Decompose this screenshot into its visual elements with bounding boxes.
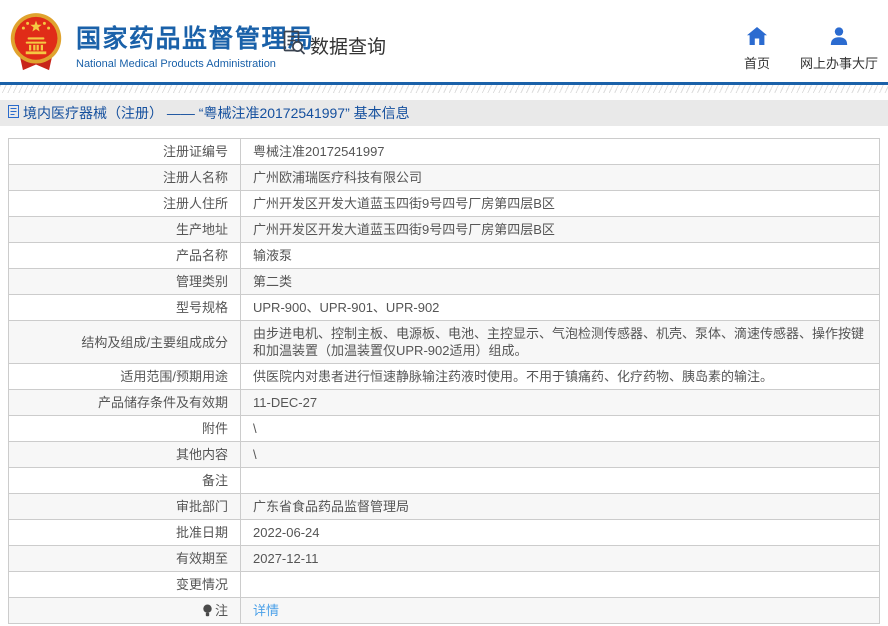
table-row: 产品储存条件及有效期11-DEC-27 bbox=[9, 390, 880, 416]
table-row: 批准日期2022-06-24 bbox=[9, 520, 880, 546]
site-subtitle: National Medical Products Administration bbox=[76, 58, 315, 70]
document-icon bbox=[8, 105, 19, 121]
row-label: 注册证编号 bbox=[9, 139, 241, 165]
row-value: 2022-06-24 bbox=[241, 520, 880, 546]
table-row: 结构及组成/主要组成成分由步进电机、控制主板、电源板、电池、主控显示、气泡检测传… bbox=[9, 321, 880, 364]
row-label: 有效期至 bbox=[9, 546, 241, 572]
header: 国家药品监督管理局 National Medical Products Admi… bbox=[0, 0, 888, 85]
row-value: 广东省食品药品监督管理局 bbox=[241, 494, 880, 520]
table-row: 有效期至2027-12-11 bbox=[9, 546, 880, 572]
row-label: 备注 bbox=[9, 468, 241, 494]
row-label: 注册人住所 bbox=[9, 191, 241, 217]
row-label: 管理类别 bbox=[9, 269, 241, 295]
hatch-divider bbox=[0, 85, 888, 93]
info-table: 注册证编号粤械注准20172541997注册人名称广州欧浦瑞医疗科技有限公司注册… bbox=[8, 138, 880, 624]
national-emblem-icon bbox=[8, 12, 64, 74]
breadcrumb: 境内医疗器械（注册） —— “粤械注准20172541997” 基本信息 bbox=[0, 100, 888, 126]
row-value: 11-DEC-27 bbox=[241, 390, 880, 416]
person-icon bbox=[829, 27, 849, 48]
table-row: 产品名称输液泵 bbox=[9, 243, 880, 269]
row-label: 适用范围/预期用途 bbox=[9, 364, 241, 390]
row-value: 输液泵 bbox=[241, 243, 880, 269]
row-value: 第二类 bbox=[241, 269, 880, 295]
row-value: 由步进电机、控制主板、电源板、电池、主控显示、气泡检测传感器、机壳、泵体、滴速传… bbox=[241, 321, 880, 364]
table-row: 审批部门广东省食品药品监督管理局 bbox=[9, 494, 880, 520]
table-row: 备注 bbox=[9, 468, 880, 494]
row-value: \ bbox=[241, 442, 880, 468]
row-value: 广州欧浦瑞医疗科技有限公司 bbox=[241, 165, 880, 191]
row-value: 粤械注准20172541997 bbox=[241, 139, 880, 165]
row-value bbox=[241, 468, 880, 494]
breadcrumb-text: 境内医疗器械（注册） —— “粤械注准20172541997” 基本信息 bbox=[23, 103, 410, 123]
table-row: 管理类别第二类 bbox=[9, 269, 880, 295]
data-query-icon bbox=[281, 29, 307, 62]
table-row: 注册人名称广州欧浦瑞医疗科技有限公司 bbox=[9, 165, 880, 191]
row-label: 型号规格 bbox=[9, 295, 241, 321]
table-row: 生产地址广州开发区开发大道蓝玉四街9号四号厂房第四层B区 bbox=[9, 217, 880, 243]
row-value: \ bbox=[241, 416, 880, 442]
nav-service-hall-label: 网上办事大厅 bbox=[800, 53, 878, 72]
detail-link[interactable]: 详情 bbox=[253, 603, 279, 618]
home-icon bbox=[747, 27, 767, 48]
row-label: 其他内容 bbox=[9, 442, 241, 468]
table-row: 注详情 bbox=[9, 598, 880, 624]
table-row: 变更情况 bbox=[9, 572, 880, 598]
row-label: 生产地址 bbox=[9, 217, 241, 243]
row-label: 结构及组成/主要组成成分 bbox=[9, 321, 241, 364]
row-value: 供医院内对患者进行恒速静脉输注药液时使用。不用于镇痛药、化疗药物、胰岛素的输注。 bbox=[241, 364, 880, 390]
row-label: 注 bbox=[9, 598, 241, 624]
row-value bbox=[241, 572, 880, 598]
site-title: 国家药品监督管理局 bbox=[76, 19, 315, 55]
site-title-block: 国家药品监督管理局 National Medical Products Admi… bbox=[76, 19, 315, 70]
nav-service-hall[interactable]: 网上办事大厅 bbox=[800, 27, 878, 72]
table-row: 注册证编号粤械注准20172541997 bbox=[9, 139, 880, 165]
row-value: 广州开发区开发大道蓝玉四街9号四号厂房第四层B区 bbox=[241, 191, 880, 217]
info-table-body: 注册证编号粤械注准20172541997注册人名称广州欧浦瑞医疗科技有限公司注册… bbox=[9, 139, 880, 624]
data-query-label: 数据查询 bbox=[310, 32, 386, 59]
row-label: 产品名称 bbox=[9, 243, 241, 269]
row-label: 注册人名称 bbox=[9, 165, 241, 191]
top-nav: 首页 网上办事大厅 bbox=[744, 27, 878, 72]
nmpa-emblem-logo bbox=[8, 12, 64, 74]
row-label: 批准日期 bbox=[9, 520, 241, 546]
table-row: 注册人住所广州开发区开发大道蓝玉四街9号四号厂房第四层B区 bbox=[9, 191, 880, 217]
data-query-tab[interactable]: 数据查询 bbox=[281, 29, 386, 62]
table-row: 附件\ bbox=[9, 416, 880, 442]
row-value: 详情 bbox=[241, 598, 880, 624]
row-value: UPR-900、UPR-901、UPR-902 bbox=[241, 295, 880, 321]
table-row: 适用范围/预期用途供医院内对患者进行恒速静脉输注药液时使用。不用于镇痛药、化疗药… bbox=[9, 364, 880, 390]
row-value: 广州开发区开发大道蓝玉四街9号四号厂房第四层B区 bbox=[241, 217, 880, 243]
table-row: 其他内容\ bbox=[9, 442, 880, 468]
row-label: 变更情况 bbox=[9, 572, 241, 598]
row-value: 2027-12-11 bbox=[241, 546, 880, 572]
bulb-icon bbox=[202, 604, 213, 617]
row-label: 附件 bbox=[9, 416, 241, 442]
row-label: 产品储存条件及有效期 bbox=[9, 390, 241, 416]
row-label: 审批部门 bbox=[9, 494, 241, 520]
table-row: 型号规格UPR-900、UPR-901、UPR-902 bbox=[9, 295, 880, 321]
nav-home[interactable]: 首页 bbox=[744, 27, 770, 72]
nav-home-label: 首页 bbox=[744, 53, 770, 72]
